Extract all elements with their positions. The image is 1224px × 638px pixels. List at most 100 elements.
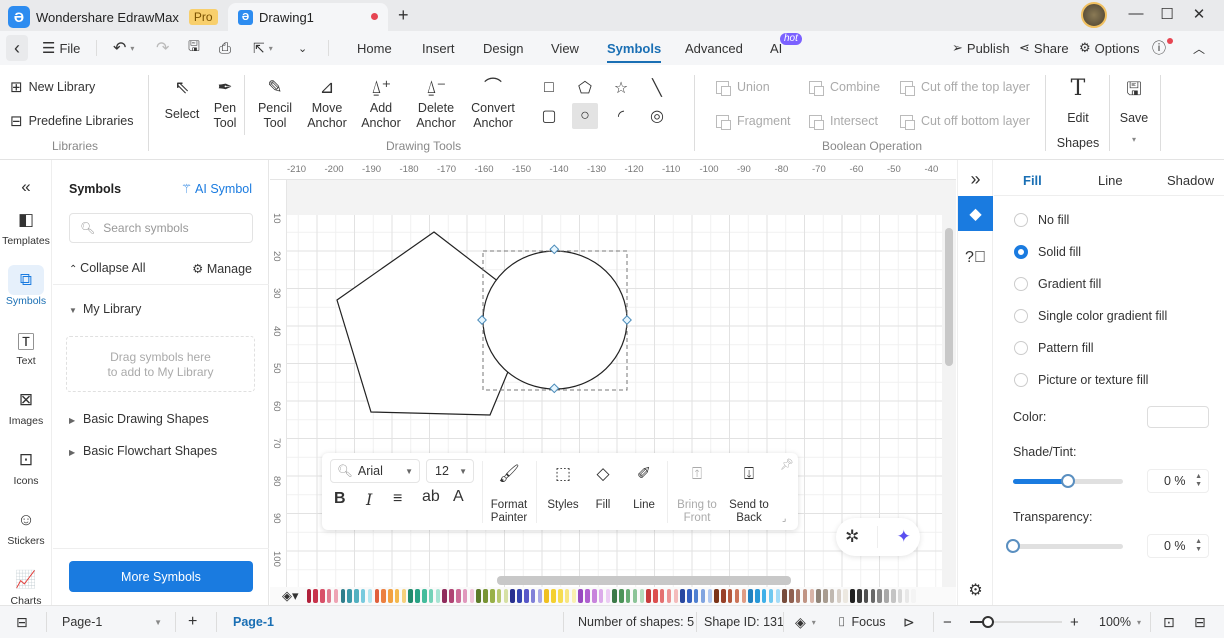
- color-swatch[interactable]: [605, 589, 611, 603]
- color-swatch[interactable]: [891, 589, 896, 603]
- radio-button[interactable]: [1014, 277, 1028, 291]
- rectangle-shape-button[interactable]: □: [536, 75, 562, 101]
- color-swatch[interactable]: [354, 589, 359, 603]
- magic-wand-icon[interactable]: ✲: [845, 527, 859, 547]
- send-to-back-button[interactable]: ⍗ Send to Back: [726, 465, 772, 525]
- color-swatch[interactable]: [517, 589, 522, 603]
- predefine-libraries-button[interactable]: ⊟ Predefine Libraries: [10, 112, 134, 130]
- color-swatch[interactable]: [714, 589, 719, 603]
- color-swatch[interactable]: [401, 589, 407, 603]
- rail-item-icons[interactable]: ⊡ Icons: [0, 445, 52, 487]
- pencil-tool-button[interactable]: ✎ Pencil Tool: [255, 75, 295, 131]
- rail-item-stickers[interactable]: ☺ Stickers: [0, 505, 52, 547]
- combine-button[interactable]: Combine: [809, 80, 880, 96]
- expand-panel-button[interactable]: »: [958, 162, 993, 197]
- color-swatch[interactable]: [564, 589, 570, 603]
- circle-shape[interactable]: [482, 250, 628, 390]
- spiral-shape-button[interactable]: ◎: [644, 103, 670, 129]
- color-swatch[interactable]: [625, 589, 631, 603]
- options-button[interactable]: ⚙ Options: [1079, 31, 1139, 65]
- rail-item-templates[interactable]: ◧ Templates: [0, 205, 52, 247]
- tab-fill[interactable]: Fill: [1023, 173, 1042, 188]
- color-swatch[interactable]: [524, 589, 529, 603]
- color-swatch[interactable]: [795, 589, 801, 603]
- search-symbols-input[interactable]: 🔍︎ Search symbols: [69, 213, 253, 243]
- fill-option-single-color-gradient[interactable]: Single color gradient fill: [1014, 309, 1167, 323]
- tab-design[interactable]: Design: [483, 31, 523, 65]
- color-swatch[interactable]: [326, 589, 332, 603]
- color-swatch[interactable]: [578, 589, 583, 603]
- back-button[interactable]: ‹: [6, 35, 28, 61]
- horizontal-scrollbar[interactable]: [497, 576, 791, 585]
- save-icon[interactable]: 🖫: [188, 31, 200, 65]
- fill-button[interactable]: ◇ Fill: [590, 465, 616, 512]
- my-library-drop-zone[interactable]: Drag symbols here to add to My Library: [66, 336, 255, 392]
- color-swatch[interactable]: [381, 589, 386, 603]
- manage-button[interactable]: ⚙ Manage: [192, 261, 252, 276]
- color-swatch[interactable]: [313, 589, 318, 603]
- font-size-select[interactable]: 12 ▼: [426, 459, 474, 483]
- ai-sparkle-icon[interactable]: ✦: [897, 527, 911, 547]
- zoom-slider[interactable]: [970, 616, 1062, 628]
- color-swatch[interactable]: [422, 589, 427, 603]
- color-swatch[interactable]: [857, 589, 862, 603]
- export-icon[interactable]: ⇱ ▾: [253, 31, 273, 65]
- color-swatch[interactable]: [727, 589, 733, 603]
- italic-button[interactable]: I: [366, 490, 372, 509]
- color-swatch[interactable]: [734, 589, 740, 603]
- rail-item-images[interactable]: ⊠ Images: [0, 385, 52, 427]
- color-swatch[interactable]: [551, 589, 556, 603]
- color-swatch[interactable]: [360, 589, 366, 603]
- shade-tint-slider[interactable]: [1013, 474, 1123, 488]
- select-tool-button[interactable]: ⇖ Select: [163, 75, 201, 122]
- share-button[interactable]: ⋖ Share: [1019, 31, 1069, 65]
- tab-symbols[interactable]: Symbols: [607, 31, 662, 65]
- color-swatch[interactable]: [653, 589, 658, 603]
- fill-option-picture-texture[interactable]: Picture or texture fill: [1014, 373, 1148, 387]
- help-button[interactable]: ?⃝: [958, 240, 993, 275]
- fill-option-gradient-fill[interactable]: Gradient fill: [1014, 277, 1101, 291]
- color-swatch[interactable]: [748, 589, 753, 603]
- zoom-level-select[interactable]: 100% ▾: [1099, 606, 1141, 638]
- cut-bottom-layer-button[interactable]: Cut off bottom layer: [900, 114, 1030, 130]
- my-library-header[interactable]: ▼ My Library: [69, 302, 141, 316]
- bring-to-front-button[interactable]: ⍐ Bring to Front: [674, 465, 720, 525]
- minimize-button[interactable]: —: [1126, 5, 1146, 22]
- color-swatch[interactable]: [843, 589, 848, 603]
- color-swatch[interactable]: [306, 589, 312, 603]
- color-swatch[interactable]: [571, 589, 577, 603]
- color-swatch[interactable]: [761, 589, 767, 603]
- tab-line[interactable]: Line: [1098, 173, 1123, 188]
- arc-shape-button[interactable]: ◜: [608, 103, 634, 129]
- color-swatch[interactable]: [897, 589, 903, 603]
- align-button[interactable]: ≡: [393, 490, 402, 508]
- ai-symbol-button[interactable]: ⚚ AI Symbol: [181, 181, 252, 196]
- save-button[interactable]: 🖫 Save ▾: [1115, 77, 1153, 147]
- pentagon-shape-button[interactable]: ⬠: [572, 75, 598, 101]
- color-swatch[interactable]: [592, 589, 597, 603]
- more-quick-actions-icon[interactable]: ⌄: [298, 31, 307, 65]
- color-swatch[interactable]: [340, 589, 346, 603]
- expand-corner-icon[interactable]: ⌟: [782, 513, 786, 524]
- rail-item-symbols[interactable]: ⧉ Symbols: [0, 265, 52, 307]
- color-swatch[interactable]: [537, 589, 543, 603]
- vertical-scrollbar[interactable]: [945, 228, 953, 366]
- maximize-button[interactable]: ☐: [1157, 5, 1177, 23]
- color-swatch[interactable]: [639, 589, 645, 603]
- rail-item-text[interactable]: 🅃 Text: [0, 325, 52, 368]
- fill-panel-button[interactable]: ◆: [958, 196, 993, 231]
- bold-button[interactable]: B: [334, 490, 346, 508]
- font-color-button[interactable]: A: [453, 488, 464, 506]
- fill-color-dropdown-icon[interactable]: ◈▾: [282, 588, 299, 604]
- color-swatch[interactable]: [863, 589, 869, 603]
- line-shape-button[interactable]: ╲: [644, 75, 670, 101]
- settings-button[interactable]: ⚙: [958, 572, 993, 607]
- color-swatch[interactable]: [789, 589, 794, 603]
- color-swatch[interactable]: [632, 589, 638, 603]
- focus-button[interactable]: ⌷ Focus: [838, 606, 886, 638]
- new-library-button[interactable]: ⊞ New Library: [10, 78, 95, 96]
- canvas-area[interactable]: -210 -200 -190 -180 -170 -160 -150 -140 -130 -120…: [270, 160, 956, 605]
- format-painter-button[interactable]: 🖌 Format Painter: [489, 465, 529, 525]
- color-swatch[interactable]: [877, 589, 882, 603]
- color-swatch[interactable]: [707, 589, 713, 603]
